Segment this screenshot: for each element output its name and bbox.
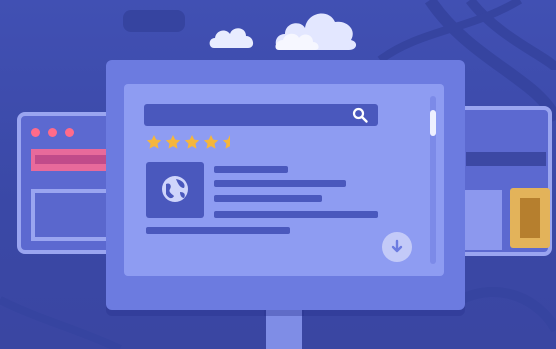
globe-icon: [162, 176, 188, 202]
star-icon: [165, 135, 181, 149]
result-line-5: [146, 227, 290, 234]
result-line-3: [214, 195, 322, 202]
cloud-icon-small: [209, 28, 254, 48]
illustration-scene: [0, 0, 556, 349]
right-window-bar: [466, 152, 546, 166]
window-dot-2: [48, 128, 57, 137]
result-line-1: [214, 166, 288, 173]
result-line-4: [214, 211, 378, 218]
right-window-panel: [462, 190, 502, 250]
search-bar[interactable]: [144, 104, 378, 126]
right-window-gold-card-inner: [520, 198, 540, 238]
star-icon: [222, 135, 230, 149]
top-decorative-pill: [123, 10, 185, 32]
star-icon: [203, 135, 219, 149]
scrollbar-thumb[interactable]: [430, 110, 436, 136]
monitor-stand-shadow: [264, 310, 304, 316]
download-icon[interactable]: [388, 238, 406, 256]
star-icon: [146, 135, 162, 149]
right-window-gold-card: [510, 188, 550, 248]
search-icon[interactable]: [351, 106, 369, 124]
star-icon: [184, 135, 200, 149]
cloud-icon-large: [275, 13, 357, 51]
window-dot-3: [65, 128, 74, 137]
result-line-2: [214, 180, 346, 187]
window-dot-1: [31, 128, 40, 137]
